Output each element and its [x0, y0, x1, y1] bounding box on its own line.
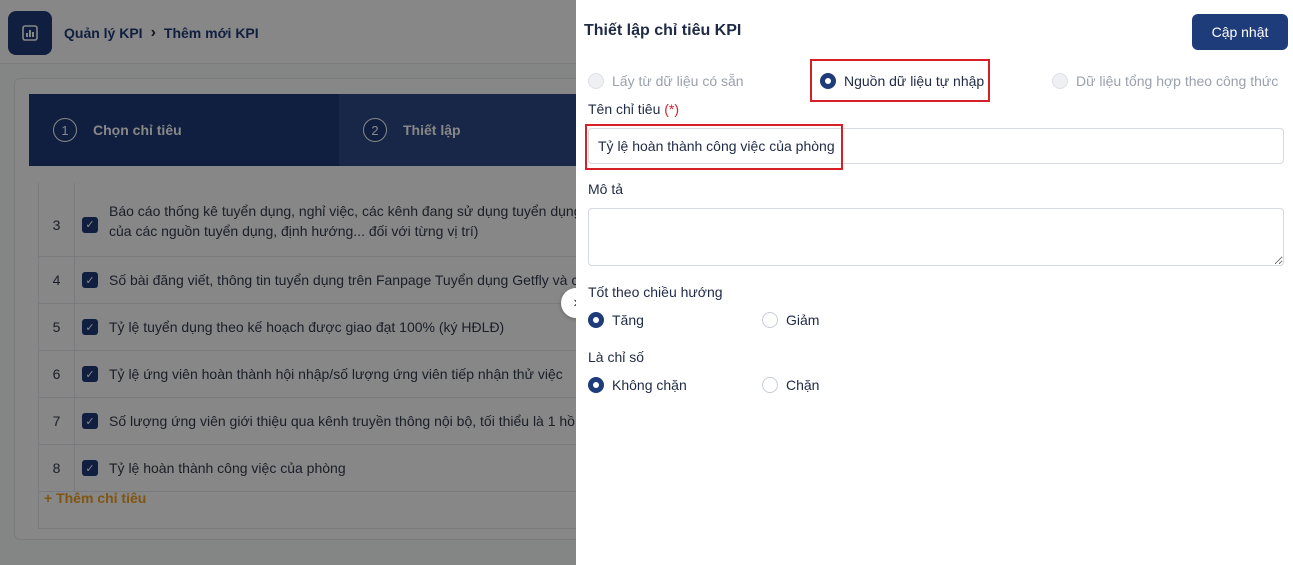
radio-circle — [762, 377, 778, 393]
block-radio[interactable]: Chặn — [762, 377, 819, 393]
highlight-box-name — [585, 124, 843, 170]
update-button[interactable]: Cập nhật — [1192, 14, 1288, 50]
modal-overlay[interactable] — [0, 0, 576, 565]
radio-label: Chặn — [786, 377, 820, 393]
direction-decrease-radio[interactable]: Giảm — [762, 312, 819, 328]
radio-label: Giảm — [786, 312, 820, 328]
radio-label: Không chặn — [612, 377, 687, 393]
radio-circle — [588, 377, 604, 393]
description-textarea[interactable] — [588, 208, 1284, 266]
direction-increase-radio[interactable]: Tăng — [588, 312, 644, 328]
source-existing-radio[interactable]: Lấy từ dữ liệu có sẵn — [588, 73, 744, 89]
description-label: Mô tả — [588, 181, 624, 197]
block-label: Là chỉ số — [588, 349, 645, 365]
radio-label: Tăng — [612, 312, 644, 328]
kpi-name-label-text: Tên chỉ tiêu — [588, 101, 661, 117]
radio-circle — [588, 73, 604, 89]
radio-circle — [588, 312, 604, 328]
source-formula-radio[interactable]: Dữ liệu tổng hợp theo công thức — [1052, 73, 1278, 89]
radio-label: Lấy từ dữ liệu có sẵn — [612, 73, 744, 89]
radio-circle — [1052, 73, 1068, 89]
highlight-box-source — [810, 59, 990, 102]
drawer-title: Thiết lập chỉ tiêu KPI — [584, 22, 742, 39]
radio-label: Dữ liệu tổng hợp theo công thức — [1076, 73, 1279, 89]
required-mark: (*) — [664, 101, 680, 117]
kpi-name-label: Tên chỉ tiêu (*) — [588, 101, 679, 117]
direction-label: Tốt theo chiều hướng — [588, 284, 723, 300]
no-block-radio[interactable]: Không chặn — [588, 377, 687, 393]
kpi-setup-drawer: Thiết lập chỉ tiêu KPI Cập nhật Lấy từ d… — [576, 0, 1293, 565]
radio-circle — [762, 312, 778, 328]
